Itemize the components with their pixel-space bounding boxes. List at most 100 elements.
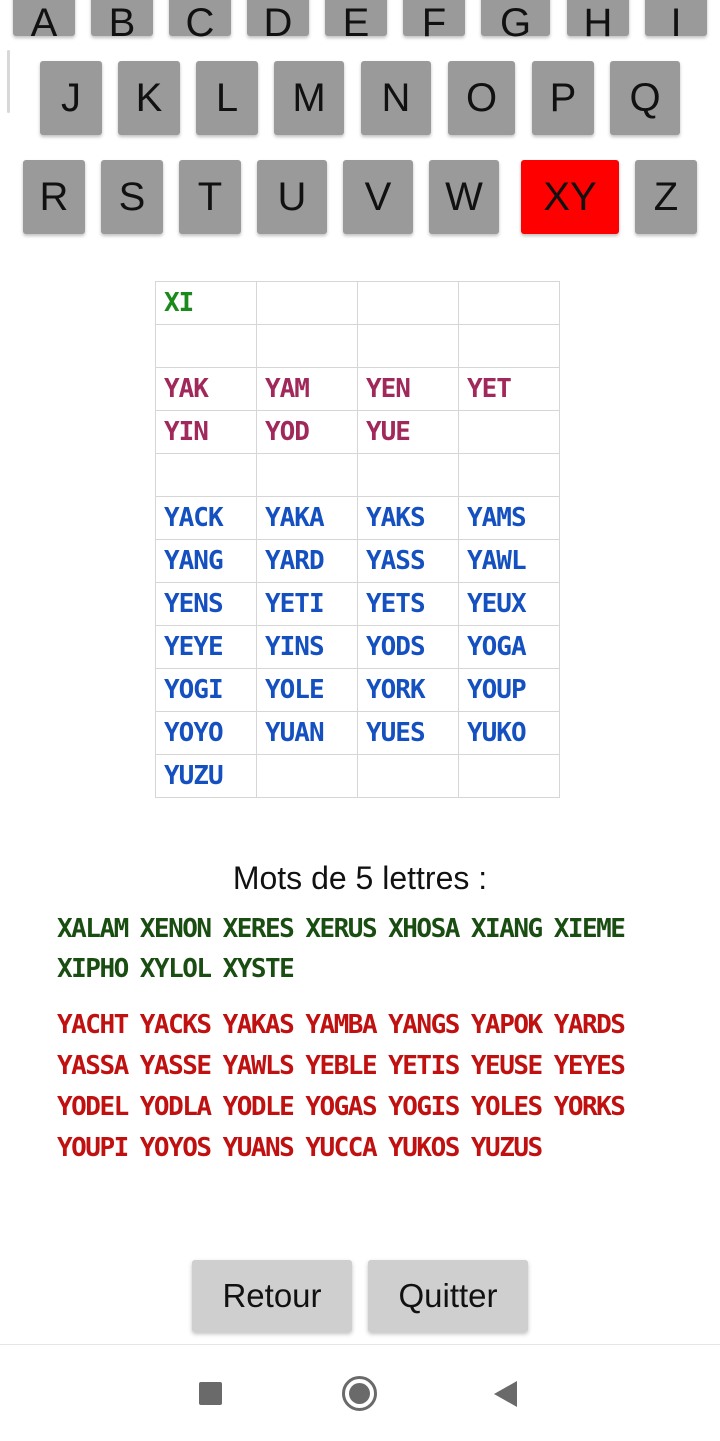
key-z[interactable]: Z xyxy=(635,160,697,234)
key-label: M xyxy=(292,75,326,120)
five-letter-word: XIEME xyxy=(553,914,626,944)
key-label: Z xyxy=(653,174,679,219)
grid-cell: YET xyxy=(458,367,560,411)
key-label: G xyxy=(499,0,532,45)
five-letter-word: YAPOK xyxy=(470,1010,543,1040)
key-l[interactable]: L xyxy=(196,61,258,135)
home-circle-icon[interactable] xyxy=(342,1376,377,1411)
key-xy-selected[interactable]: XY xyxy=(521,160,619,234)
key-u[interactable]: U xyxy=(257,160,327,234)
key-s[interactable]: S xyxy=(101,160,163,234)
system-nav-bar xyxy=(0,1344,720,1441)
five-letter-word: YUKOS xyxy=(388,1133,460,1163)
five-letter-word: YAMBA xyxy=(305,1010,377,1040)
key-c[interactable]: C xyxy=(169,0,231,45)
key-label: A xyxy=(30,0,58,45)
key-g[interactable]: G xyxy=(481,0,550,45)
five-letter-word: YACHT xyxy=(57,1010,129,1040)
grid-cell xyxy=(256,324,358,368)
key-r[interactable]: R xyxy=(23,160,85,234)
key-v[interactable]: V xyxy=(343,160,413,234)
grid-cell: YOGA xyxy=(458,625,560,669)
grid-cell xyxy=(357,754,459,798)
grid-cell: YANG xyxy=(155,539,257,583)
five-letter-word: YODLA xyxy=(139,1092,212,1122)
key-p[interactable]: P xyxy=(532,61,594,135)
grid-cell xyxy=(458,324,560,368)
grid-cell: YOD xyxy=(256,410,358,454)
key-f[interactable]: F xyxy=(403,0,465,45)
grid-cell xyxy=(458,453,560,497)
key-label: V xyxy=(364,174,392,219)
grid-row xyxy=(155,324,560,368)
grid-cell xyxy=(458,410,560,454)
back-triangle-icon[interactable] xyxy=(494,1381,517,1407)
key-label: T xyxy=(197,174,223,219)
key-k[interactable]: K xyxy=(118,61,180,135)
grid-cell xyxy=(458,754,560,798)
five-letter-word: YASSA xyxy=(57,1051,129,1081)
five-letter-word: YAKAS xyxy=(222,1010,295,1040)
five-letter-word: XERES xyxy=(222,914,295,944)
key-h[interactable]: H xyxy=(567,0,629,45)
grid-cell: YETI xyxy=(256,582,358,626)
grid-row: YOGI YOLE YORK YOUP xyxy=(155,668,560,712)
grid-cell: YUES xyxy=(357,711,459,755)
key-e[interactable]: E xyxy=(325,0,387,45)
grid-row: XI xyxy=(155,281,560,325)
grid-cell: YARD xyxy=(256,539,358,583)
five-letter-word: YOGAS xyxy=(305,1092,377,1122)
key-label: N xyxy=(381,75,411,120)
key-q[interactable]: Q xyxy=(610,61,680,135)
key-n[interactable]: N xyxy=(361,61,431,135)
key-label: S xyxy=(118,174,146,219)
key-b[interactable]: B xyxy=(91,0,153,45)
key-label: C xyxy=(185,0,215,45)
quit-button[interactable]: Quitter xyxy=(368,1260,528,1332)
key-label: O xyxy=(465,75,498,120)
key-t[interactable]: T xyxy=(179,160,241,234)
five-letter-word: YUCCA xyxy=(305,1133,377,1163)
grid-cell: YACK xyxy=(155,496,257,540)
grid-cell: YUKO xyxy=(458,711,560,755)
five-letter-word: XENON xyxy=(139,914,212,944)
five-letter-word: YARDS xyxy=(553,1010,626,1040)
key-o[interactable]: O xyxy=(448,61,515,135)
key-m[interactable]: M xyxy=(274,61,344,135)
grid-cell: XI xyxy=(155,281,257,325)
key-d[interactable]: D xyxy=(247,0,309,45)
grid-cell xyxy=(357,281,459,325)
five-letter-word: YEBLE xyxy=(305,1051,377,1081)
word-grid: XI YAK YAM YEN YET YIN YOD YUE YACK YAKA YAKS YAMS Y… xyxy=(155,281,560,798)
key-w[interactable]: W xyxy=(429,160,499,234)
grid-cell: YUE xyxy=(357,410,459,454)
five-letter-word: XYSTE xyxy=(222,954,295,984)
five-letter-word: YACKS xyxy=(139,1010,212,1040)
grid-cell xyxy=(256,281,358,325)
key-label: L xyxy=(215,75,239,120)
back-button[interactable]: Retour xyxy=(192,1260,352,1332)
key-a[interactable]: A xyxy=(13,0,75,45)
five-letter-word: YOYOS xyxy=(139,1133,212,1163)
recents-square-icon[interactable] xyxy=(199,1382,222,1405)
key-i[interactable]: I xyxy=(645,0,707,45)
scroll-indicator[interactable] xyxy=(7,50,10,113)
key-j[interactable]: J xyxy=(40,61,102,135)
key-label: H xyxy=(583,0,613,45)
five-letter-word: YOGIS xyxy=(388,1092,460,1122)
grid-row: YOYO YUAN YUES YUKO xyxy=(155,711,560,755)
five-letter-word: XIANG xyxy=(470,914,543,944)
five-letter-word: XIPHO xyxy=(57,954,129,984)
five-letter-word: YORKS xyxy=(553,1092,626,1122)
key-label: E xyxy=(342,0,370,45)
five-letter-word: YASSE xyxy=(139,1051,212,1081)
grid-cell: YASS xyxy=(357,539,459,583)
key-label: U xyxy=(277,174,307,219)
grid-row: YACK YAKA YAKS YAMS xyxy=(155,496,560,540)
grid-cell xyxy=(256,754,358,798)
five-letter-word: YAWLS xyxy=(222,1051,295,1081)
five-letter-word: YEUSE xyxy=(470,1051,543,1081)
five-letter-word: XYLOL xyxy=(139,954,212,984)
grid-row: YANG YARD YASS YAWL xyxy=(155,539,560,583)
key-label: R xyxy=(39,174,69,219)
